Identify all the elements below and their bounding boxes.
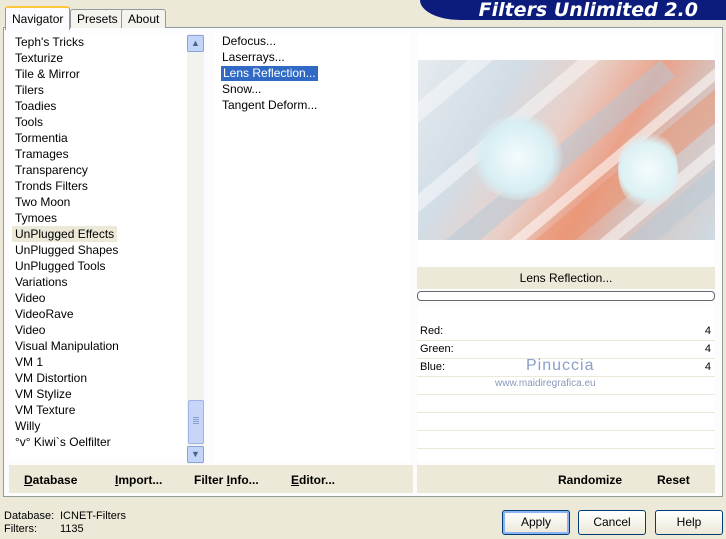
filter-item[interactable]: Defocus... xyxy=(222,34,276,49)
category-item[interactable]: Tronds Filters xyxy=(15,178,88,194)
preview-filter-label: Lens Reflection... xyxy=(519,271,613,285)
param-row-empty xyxy=(417,413,715,431)
filters-count-label: Filters: xyxy=(4,523,37,535)
database-button[interactable]: Database xyxy=(24,473,77,487)
category-item[interactable]: UnPlugged Shapes xyxy=(15,242,118,258)
randomize-button[interactable]: Randomize xyxy=(558,473,622,487)
reset-button[interactable]: Reset xyxy=(657,473,690,487)
category-item[interactable]: Visual Manipulation xyxy=(15,338,119,354)
param-row-empty xyxy=(417,395,715,413)
app-title-banner: Filters Unlimited 2.0 xyxy=(420,0,726,20)
category-item[interactable]: VM Distortion xyxy=(15,370,87,386)
watermark-url: www.maidiregrafica.eu xyxy=(495,378,596,389)
category-item[interactable]: Tools xyxy=(15,114,43,130)
category-item[interactable]: VM Texture xyxy=(15,402,75,418)
category-item[interactable]: VideoRave xyxy=(15,306,74,322)
filter-list[interactable]: Defocus... Laserrays... Lens Reflection...… xyxy=(214,33,410,463)
param-value: 4 xyxy=(704,343,711,355)
chevron-up-icon[interactable]: ▲ xyxy=(187,35,204,52)
param-label: Blue: xyxy=(420,361,446,373)
filter-item[interactable]: Lens Reflection... xyxy=(221,66,318,81)
category-item[interactable]: Two Moon xyxy=(15,194,70,210)
apply-button[interactable]: Apply xyxy=(502,510,570,535)
category-item[interactable]: Variations xyxy=(15,274,67,290)
category-item[interactable]: VM Stylize xyxy=(15,386,72,402)
filter-info-button[interactable]: Filter Info... xyxy=(194,473,259,487)
filter-item[interactable]: Snow... xyxy=(222,82,261,97)
database-value: ICNET-Filters xyxy=(60,510,126,522)
filters-count-value: 1135 xyxy=(60,523,84,535)
category-list[interactable]: Teph's Tricks Texturize Tile & Mirror Tiler… xyxy=(9,33,189,459)
category-item[interactable]: Video xyxy=(15,290,45,306)
category-item[interactable]: Tilers xyxy=(15,82,44,98)
import-button[interactable]: Import... xyxy=(115,473,162,487)
param-value: 4 xyxy=(704,361,711,373)
progress-bar xyxy=(417,291,715,301)
database-label: Database: xyxy=(4,510,55,522)
param-row-red[interactable]: Red: 4 xyxy=(417,323,715,341)
category-item[interactable]: VM 1 xyxy=(15,354,43,370)
tab-navigator[interactable]: Navigator xyxy=(5,6,71,30)
category-item[interactable]: Tormentia xyxy=(15,130,68,146)
category-item[interactable]: Transparency xyxy=(15,162,88,178)
editor-button[interactable]: Editor... xyxy=(291,473,335,487)
param-label: Red: xyxy=(420,325,444,337)
tab-presets[interactable]: Presets xyxy=(70,9,125,28)
cancel-button[interactable]: Cancel xyxy=(578,510,646,535)
category-item[interactable]: Tile & Mirror xyxy=(15,66,80,82)
category-item[interactable]: UnPlugged Effects xyxy=(12,226,118,242)
param-value: 4 xyxy=(704,325,711,337)
category-item[interactable]: Teph's Tricks xyxy=(15,34,84,50)
category-item[interactable]: Tramages xyxy=(15,146,69,162)
watermark-name: Pinuccia xyxy=(526,357,595,374)
category-item[interactable]: Texturize xyxy=(15,50,63,66)
preview-image xyxy=(418,60,715,240)
chevron-down-icon[interactable]: ▼ xyxy=(187,446,204,463)
param-row-empty xyxy=(417,431,715,449)
help-button[interactable]: Help xyxy=(655,510,723,535)
category-item[interactable]: Toadies xyxy=(15,98,56,114)
filter-item[interactable]: Tangent Deform... xyxy=(222,98,317,113)
category-scrollbar[interactable]: ▲ ▼ xyxy=(187,34,204,464)
category-item[interactable]: Video xyxy=(15,322,45,338)
filter-item[interactable]: Laserrays... xyxy=(222,50,285,65)
tab-about[interactable]: About xyxy=(121,9,167,28)
category-item[interactable]: Tymoes xyxy=(15,210,57,226)
category-item[interactable]: °v° Kiwi`s Oelfilter xyxy=(15,434,111,450)
scrollbar-thumb[interactable] xyxy=(188,400,204,444)
category-item[interactable]: UnPlugged Tools xyxy=(15,258,106,274)
param-label: Green: xyxy=(420,343,454,355)
category-item[interactable]: Willy xyxy=(15,418,40,434)
